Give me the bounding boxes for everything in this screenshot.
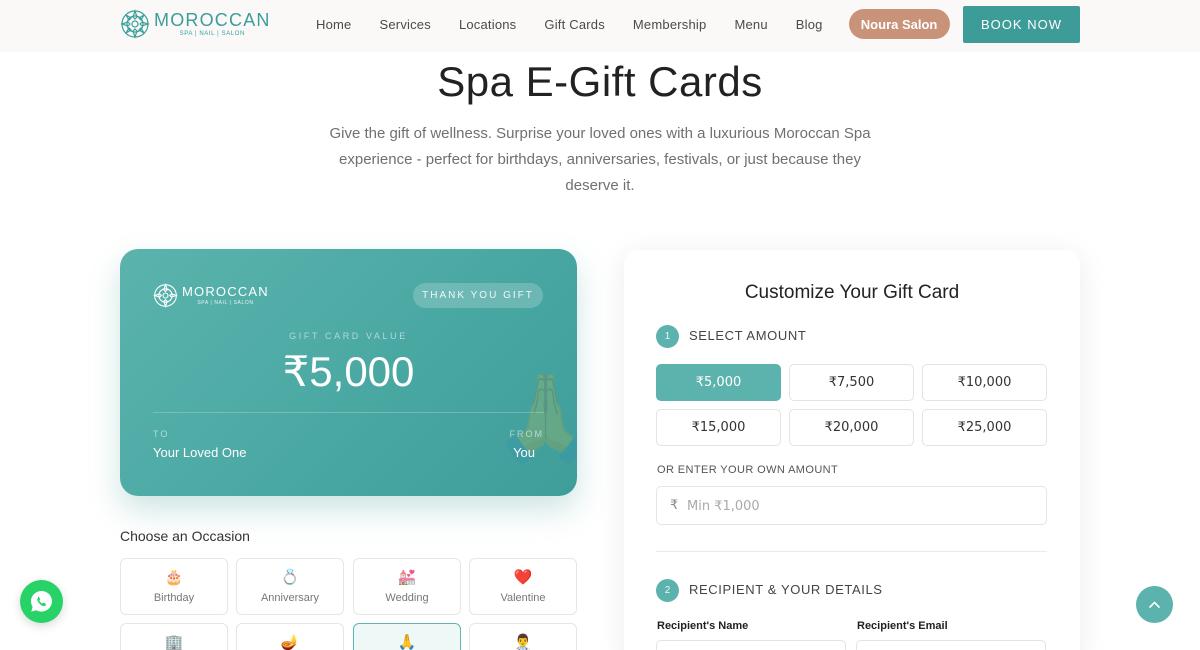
card-occasion-badge: THANK YOU GIFT	[413, 283, 543, 308]
customize-panel: Customize Your Gift Card 1 SELECT AMOUNT…	[624, 250, 1080, 650]
card-brand-tagline: SPA | NAIL | SALON	[197, 300, 254, 306]
occasion-birthday[interactable]: 🎂 Birthday	[120, 558, 228, 615]
office-building-icon: 🏢	[164, 633, 184, 650]
whatsapp-icon	[31, 591, 52, 612]
occasion-label: Wedding	[385, 592, 429, 604]
card-value: ₹5,000	[282, 348, 415, 395]
nav-blog[interactable]: Blog	[796, 17, 823, 32]
amount-20000-button[interactable]: ₹20,000	[789, 409, 914, 446]
diya-lamp-icon: 🪔	[280, 633, 300, 650]
card-from-label: FROM	[509, 429, 544, 439]
custom-amount-label: OR ENTER YOUR OWN AMOUNT	[657, 464, 839, 476]
step-2-badge: 2	[656, 579, 679, 602]
chevron-up-icon	[1149, 601, 1160, 608]
nav-gift-cards[interactable]: Gift Cards	[544, 17, 605, 32]
occasion-health[interactable]: 👨‍⚕️	[469, 623, 577, 650]
step-1-badge: 1	[656, 325, 679, 348]
card-value-label: GIFT CARD VALUE	[289, 331, 408, 341]
occasion-valentine[interactable]: ❤️ Valentine	[469, 558, 577, 615]
card-to-value: Your Loved One	[153, 445, 247, 460]
nav-locations[interactable]: Locations	[459, 17, 516, 32]
recipient-name-label: Recipient's Name	[657, 620, 749, 632]
amount-25000-button[interactable]: ₹25,000	[922, 409, 1047, 446]
brand-tagline: SPA | NAIL | SALON	[179, 31, 245, 37]
recipient-email-label: Recipient's Email	[857, 620, 948, 632]
gift-card-preview: 🙏 MOROCCAN SPA | NAIL | SALON THANK YOU …	[120, 249, 577, 496]
nav-home[interactable]: Home	[316, 17, 351, 32]
occasion-corporate[interactable]: 🏢	[120, 623, 228, 650]
card-to-label: TO	[153, 429, 170, 439]
nav-menu[interactable]: Menu	[734, 17, 767, 32]
section-divider	[656, 551, 1047, 552]
page-title: Spa E-Gift Cards	[437, 58, 763, 105]
occasion-label: Anniversary	[260, 592, 320, 604]
mandala-logo-icon	[120, 9, 150, 39]
mandala-logo-icon	[153, 283, 178, 308]
occasion-thank-you[interactable]: 🙏	[353, 623, 461, 650]
brand-logo[interactable]: MOROCCAN SPA | NAIL | SALON	[120, 9, 271, 39]
card-brand-name: MOROCCAN	[182, 284, 269, 299]
occasion-wedding[interactable]: 💒 Wedding	[353, 558, 461, 615]
occasion-section-title: Choose an Occasion	[120, 528, 250, 544]
ring-icon: 💍	[280, 568, 300, 586]
health-worker-icon: 👨‍⚕️	[513, 633, 533, 650]
custom-amount-input[interactable]: ₹ Min ₹1,000	[656, 486, 1047, 525]
card-logo: MOROCCAN SPA | NAIL | SALON	[153, 283, 269, 308]
amount-7500-button[interactable]: ₹7,500	[789, 364, 914, 401]
main-nav: Home Services Locations Gift Cards Membe…	[302, 0, 950, 48]
site-header: MOROCCAN SPA | NAIL | SALON Home Service…	[0, 0, 1200, 52]
folded-hands-icon: 🙏	[397, 633, 417, 650]
nav-services[interactable]: Services	[379, 17, 430, 32]
book-now-button[interactable]: BOOK NOW	[963, 6, 1080, 43]
card-divider	[153, 412, 544, 413]
rupee-icon: ₹	[670, 498, 679, 513]
occasion-anniversary[interactable]: 💍 Anniversary	[236, 558, 344, 615]
amount-10000-button[interactable]: ₹10,000	[922, 364, 1047, 401]
heart-icon: ❤️	[513, 568, 533, 586]
recipient-email-input[interactable]	[856, 640, 1046, 650]
occasion-label: Birthday	[153, 592, 195, 604]
panel-title: Customize Your Gift Card	[744, 282, 960, 303]
card-from-value: You	[513, 445, 535, 460]
amount-15000-button[interactable]: ₹15,000	[656, 409, 781, 446]
recipient-name-input[interactable]	[656, 640, 846, 650]
step-2-label: RECIPIENT & YOUR DETAILS	[689, 582, 883, 597]
page-description: Give the gift of wellness. Surprise your…	[329, 125, 871, 194]
whatsapp-button[interactable]	[20, 580, 63, 623]
birthday-cake-icon: 🎂	[164, 568, 184, 586]
occasion-festival[interactable]: 🪔	[236, 623, 344, 650]
noura-salon-button[interactable]: Noura Salon	[848, 9, 950, 39]
brand-name: MOROCCAN	[154, 10, 271, 30]
scroll-to-top-button[interactable]	[1136, 586, 1173, 623]
wedding-chapel-icon: 💒	[397, 568, 417, 586]
step-1-label: SELECT AMOUNT	[689, 328, 807, 343]
amount-5000-button[interactable]: ₹5,000	[656, 364, 781, 401]
nav-membership[interactable]: Membership	[633, 17, 707, 32]
occasion-label: Valentine	[500, 592, 546, 604]
custom-amount-placeholder: Min ₹1,000	[687, 499, 760, 514]
